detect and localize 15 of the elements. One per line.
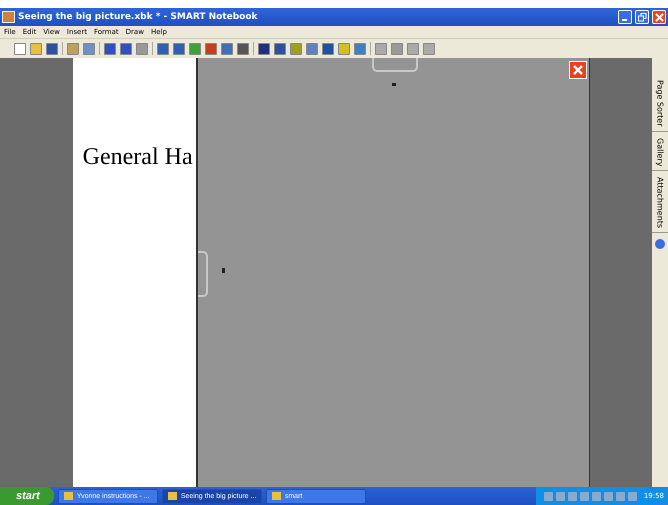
minimize-button[interactable] [618,10,632,24]
restore-button[interactable] [635,10,649,24]
close-button[interactable] [652,10,666,24]
shade-handle[interactable] [372,58,418,72]
side-tab[interactable]: Page Sorter [652,76,668,132]
close-icon [654,12,664,22]
close-button[interactable] [569,61,588,79]
shade-handle[interactable] [198,251,208,297]
side-tab[interactable]: Gallery [652,134,668,172]
window-title: Seeing the big picture.xbk * - SMART Notebook [18,12,258,22]
start-button[interactable]: start [0,487,54,505]
restore-icon [638,12,646,22]
side-tab[interactable]: Attachments [652,173,668,234]
page-heading: General Ha [82,144,193,171]
close-icon [573,65,584,75]
